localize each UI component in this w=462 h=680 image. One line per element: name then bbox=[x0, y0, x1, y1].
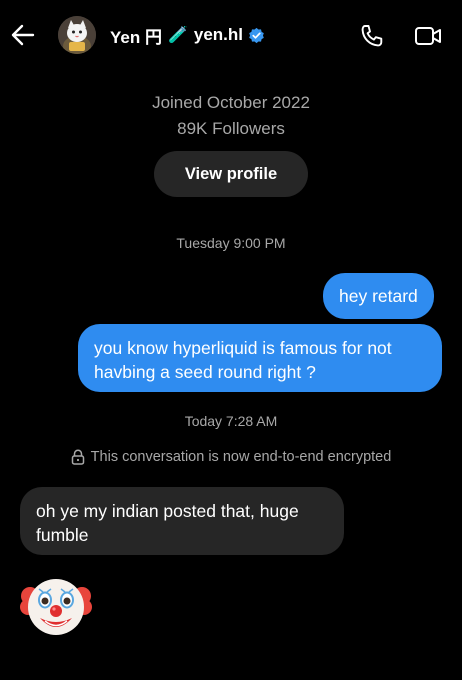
lock-icon bbox=[71, 449, 84, 465]
test-tube-emoji-icon: 🧪 bbox=[167, 27, 188, 44]
encryption-notice-text: This conversation is now end-to-end encr… bbox=[90, 449, 392, 465]
follower-count: 89K Followers bbox=[177, 119, 285, 138]
display-name: Yen 円 bbox=[110, 27, 162, 47]
timestamp: Tuesday 9:00 PM bbox=[176, 235, 286, 251]
chat-header: Yen 円 🧪 yen.hl bbox=[0, 0, 462, 72]
incoming-message[interactable]: oh ye my indian posted that, huge fumble bbox=[20, 487, 344, 555]
joined-date: Joined October 2022 bbox=[152, 93, 310, 112]
clown-face-emoji[interactable] bbox=[20, 570, 92, 642]
username: yen.hl bbox=[193, 25, 244, 44]
outgoing-message[interactable]: hey retard bbox=[323, 273, 434, 319]
encryption-notice: This conversation is now end-to-end encr… bbox=[0, 449, 462, 465]
back-arrow-icon[interactable] bbox=[10, 22, 36, 48]
verified-badge-icon bbox=[249, 27, 264, 43]
phone-icon[interactable] bbox=[359, 23, 385, 49]
dm-conversation-screen: Yen 円 🧪 yen.hl Joined October 2022 89K F… bbox=[0, 0, 462, 680]
profile-summary: Joined October 2022 89K Followers bbox=[0, 90, 462, 142]
outgoing-message[interactable]: you know hyperliquid is famous for not h… bbox=[78, 324, 442, 392]
view-profile-button[interactable]: View profile bbox=[154, 151, 308, 197]
timestamp: Today 7:28 AM bbox=[184, 413, 278, 429]
avatar[interactable] bbox=[58, 16, 96, 54]
chat-title[interactable]: Yen 円 🧪 yen.hl bbox=[110, 24, 265, 47]
video-camera-icon[interactable] bbox=[414, 24, 442, 48]
